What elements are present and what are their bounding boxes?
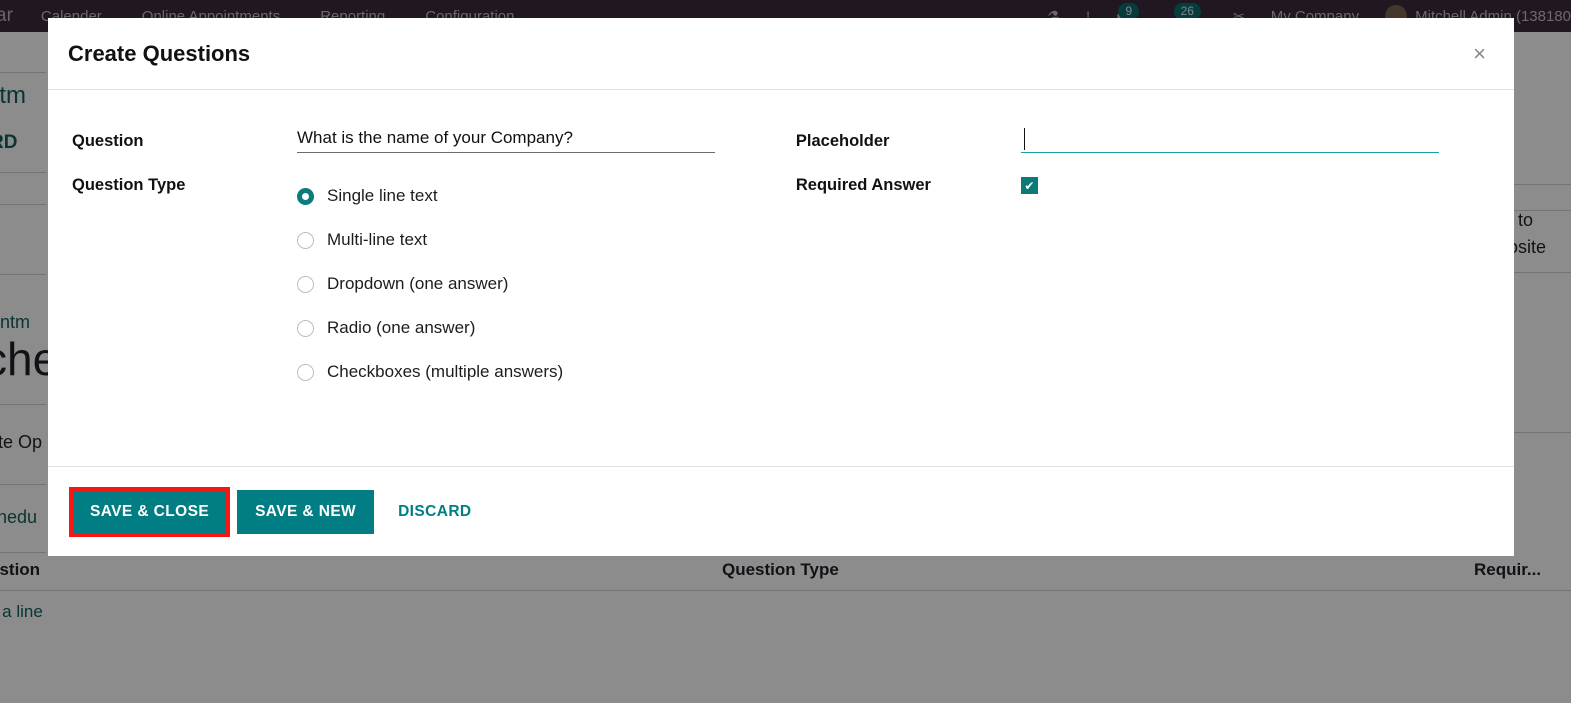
question-type-field-row: Question Type Single line text Multi-lin… <box>72 172 796 394</box>
placeholder-input[interactable] <box>1020 128 1439 153</box>
radio-label-dropdown: Dropdown (one answer) <box>327 274 509 293</box>
create-questions-dialog: Create Questions × Question Question Typ… <box>48 18 1514 556</box>
dialog-footer: SAVE & CLOSE SAVE & NEW DISCARD <box>48 466 1514 556</box>
radio-option-checkboxes[interactable]: Checkboxes (multiple answers) <box>297 350 796 394</box>
dialog-header: Create Questions × <box>48 18 1514 90</box>
question-input[interactable] <box>297 128 715 153</box>
radio-option-single-line-text[interactable]: Single line text <box>297 174 796 218</box>
placeholder-input-wrap <box>1020 128 1439 153</box>
placeholder-field-row: Placeholder <box>796 128 1490 158</box>
radio-label-radio: Radio (one answer) <box>327 318 476 337</box>
question-type-options: Single line text Multi-line text Dropdow… <box>297 172 796 394</box>
question-field-row: Question <box>72 128 796 158</box>
required-answer-checkbox[interactable]: ✔ <box>1020 177 1038 194</box>
dialog-title: Create Questions <box>68 40 251 66</box>
radio-label-single-line-text: Single line text <box>327 186 438 205</box>
radio-option-multi-line-text[interactable]: Multi-line text <box>297 218 796 262</box>
placeholder-label: Placeholder <box>795 132 890 150</box>
dialog-body: Question Question Type Single line text <box>48 90 1514 466</box>
required-answer-field-row: Required Answer ✔ <box>796 172 1490 202</box>
radio-option-dropdown[interactable]: Dropdown (one answer) <box>297 262 796 306</box>
question-label: Question <box>72 132 144 150</box>
radio-icon-empty <box>297 275 314 293</box>
question-type-label: Question Type <box>72 176 186 194</box>
save-and-new-button[interactable]: SAVE & NEW <box>237 489 375 534</box>
required-answer-control: ✔ <box>1020 172 1490 195</box>
radio-icon-empty <box>297 363 314 381</box>
text-cursor <box>1023 128 1025 150</box>
radio-icon-empty <box>297 231 314 249</box>
close-icon[interactable]: × <box>1467 39 1492 69</box>
right-column: Placeholder Required Answer ✔ <box>796 128 1490 466</box>
placeholder-control <box>1020 128 1490 153</box>
required-answer-label: Required Answer <box>795 176 931 194</box>
screen: ar Calender Online Appointments Reportin… <box>0 0 1571 703</box>
question-control <box>297 128 796 153</box>
left-column: Question Question Type Single line text <box>72 128 796 466</box>
radio-label-multi-line-text: Multi-line text <box>327 230 428 249</box>
discard-button[interactable]: DISCARD <box>384 490 485 534</box>
radio-option-radio[interactable]: Radio (one answer) <box>297 306 796 350</box>
radio-icon-selected <box>297 187 314 205</box>
save-and-close-button[interactable]: SAVE & CLOSE <box>68 486 231 537</box>
radio-label-checkboxes: Checkboxes (multiple answers) <box>327 362 564 381</box>
radio-icon-empty <box>297 319 314 337</box>
